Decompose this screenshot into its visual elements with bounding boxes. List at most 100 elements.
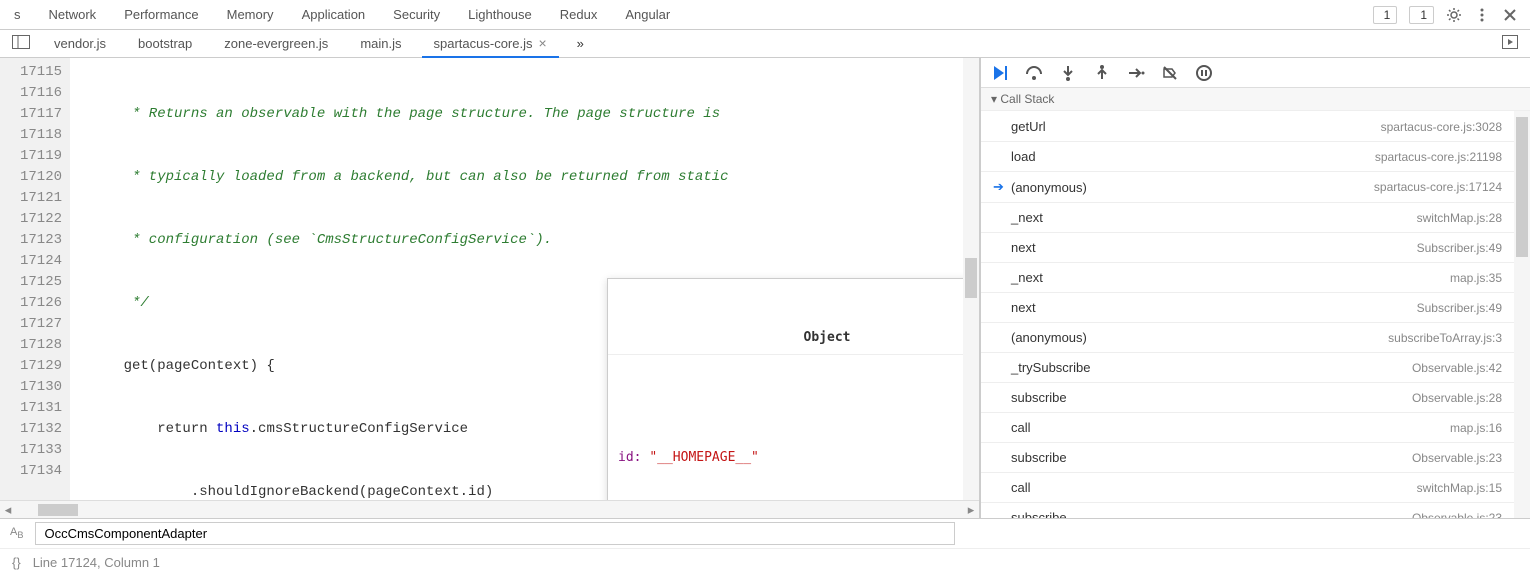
search-mode-icon[interactable]: AB	[10, 526, 23, 540]
frame-location: Observable.js:28	[1412, 391, 1502, 405]
file-tab-bootstrap[interactable]: bootstrap	[126, 31, 204, 56]
frame-location: switchMap.js:28	[1417, 211, 1502, 225]
frame-location: spartacus-core.js:3028	[1381, 120, 1502, 134]
warnings-badge[interactable]: 1	[1373, 6, 1398, 24]
file-tab-label: spartacus-core.js	[434, 36, 533, 51]
frame-function: subscribe	[1011, 510, 1412, 518]
search-bar: AB	[0, 518, 1530, 548]
messages-count: 1	[1420, 8, 1427, 22]
frame-function: _next	[1011, 210, 1417, 225]
cursor-position: Line 17124, Column 1	[33, 555, 160, 570]
frame-function: next	[1011, 300, 1417, 315]
frame-function: subscribe	[1011, 390, 1412, 405]
status-bar: {} Line 17124, Column 1	[0, 548, 1530, 576]
code-content[interactable]: * Returns an observable with the page st…	[70, 58, 963, 500]
callstack-frame[interactable]: callswitchMap.js:15	[981, 473, 1514, 503]
run-snippet-icon[interactable]	[1498, 31, 1522, 56]
current-frame-icon: ➔	[993, 179, 1011, 195]
panel-tab-memory[interactable]: Memory	[213, 1, 288, 28]
frame-location: Subscriber.js:49	[1417, 301, 1502, 315]
callstack-frame[interactable]: _trySubscribeObservable.js:42	[981, 353, 1514, 383]
panel-tab-lighthouse[interactable]: Lighthouse	[454, 1, 546, 28]
step-over-icon[interactable]	[1025, 64, 1043, 82]
frame-function: (anonymous)	[1011, 180, 1374, 195]
frame-function: subscribe	[1011, 450, 1412, 465]
file-tab-main[interactable]: main.js	[348, 31, 413, 56]
frame-location: spartacus-core.js:21198	[1375, 150, 1502, 164]
resume-icon[interactable]	[991, 64, 1009, 82]
panel-tab-network[interactable]: Network	[35, 1, 111, 28]
search-input[interactable]	[35, 522, 955, 545]
devtools-top-tabs: s Network Performance Memory Application…	[0, 0, 1530, 30]
frame-location: Subscriber.js:49	[1417, 241, 1502, 255]
step-into-icon[interactable]	[1059, 64, 1077, 82]
file-tab-vendor[interactable]: vendor.js	[42, 31, 118, 56]
frame-location: map.js:35	[1450, 271, 1502, 285]
kebab-icon[interactable]	[1474, 7, 1490, 23]
warnings-count: 1	[1384, 8, 1391, 22]
callstack-list: getUrlspartacus-core.js:3028loadspartacu…	[981, 111, 1514, 518]
frame-function: _next	[1011, 270, 1450, 285]
callstack-frame[interactable]: subscribeObservable.js:23	[981, 443, 1514, 473]
messages-badge[interactable]: 1	[1409, 6, 1434, 24]
callstack-frame[interactable]: _nextswitchMap.js:28	[981, 203, 1514, 233]
frame-function: call	[1011, 420, 1450, 435]
value-tooltip[interactable]: Object id: "__HOMEPAGE__" type: "Content…	[607, 278, 963, 500]
pause-exceptions-icon[interactable]	[1195, 64, 1213, 82]
panel-tab-security[interactable]: Security	[379, 1, 454, 28]
panel-tab-angular[interactable]: Angular	[611, 1, 684, 28]
callstack-frame[interactable]: loadspartacus-core.js:21198	[981, 142, 1514, 172]
frame-function: (anonymous)	[1011, 330, 1388, 345]
debugger-toolbar	[981, 58, 1530, 88]
frame-function: load	[1011, 149, 1375, 164]
editor-vertical-scrollbar[interactable]	[963, 58, 979, 500]
close-tab-icon[interactable]: ×	[538, 35, 546, 51]
callstack-frame[interactable]: _nextmap.js:35	[981, 263, 1514, 293]
more-tabs-icon[interactable]: »	[567, 31, 594, 56]
gear-icon[interactable]	[1446, 7, 1462, 23]
frame-function: getUrl	[1011, 119, 1381, 134]
frame-function: next	[1011, 240, 1417, 255]
deactivate-breakpoints-icon[interactable]	[1161, 64, 1179, 82]
tooltip-val-id: "__HOMEPAGE__"	[649, 450, 759, 465]
toggle-navigator-icon[interactable]	[8, 31, 34, 56]
step-out-icon[interactable]	[1093, 64, 1111, 82]
tooltip-key-id: id:	[618, 450, 649, 465]
file-tab-spartacus-core[interactable]: spartacus-core.js ×	[422, 30, 559, 58]
step-icon[interactable]	[1127, 64, 1145, 82]
callstack-frame[interactable]: callmap.js:16	[981, 413, 1514, 443]
callstack-frame[interactable]: (anonymous)subscribeToArray.js:3	[981, 323, 1514, 353]
braces-icon[interactable]: {}	[12, 555, 21, 570]
editor-horizontal-scrollbar[interactable]: ◂ ▸	[0, 500, 979, 518]
scroll-left-icon[interactable]: ◂	[0, 502, 16, 518]
source-editor: 1711517116171171711817119171201712117122…	[0, 58, 980, 518]
frame-location: switchMap.js:15	[1417, 481, 1502, 495]
debugger-sidebar: ▾ Call Stack getUrlspartacus-core.js:302…	[980, 58, 1530, 518]
callstack-frame[interactable]: nextSubscriber.js:49	[981, 293, 1514, 323]
file-tab-zone-evergreen[interactable]: zone-evergreen.js	[212, 31, 340, 56]
scroll-right-icon[interactable]: ▸	[963, 502, 979, 518]
callstack-header[interactable]: ▾ Call Stack	[981, 88, 1530, 111]
frame-location: Observable.js:23	[1412, 511, 1502, 519]
frame-function: call	[1011, 480, 1417, 495]
panel-tab-application[interactable]: Application	[288, 1, 380, 28]
sidebar-vertical-scrollbar[interactable]	[1514, 111, 1530, 518]
tooltip-header: Object	[608, 321, 963, 355]
callstack-frame[interactable]: subscribeObservable.js:23	[981, 503, 1514, 518]
callstack-frame[interactable]: ➔(anonymous)spartacus-core.js:17124	[981, 172, 1514, 203]
file-tabs-bar: vendor.js bootstrap zone-evergreen.js ma…	[0, 30, 1530, 58]
frame-function: _trySubscribe	[1011, 360, 1412, 375]
frame-location: map.js:16	[1450, 421, 1502, 435]
callstack-frame[interactable]: nextSubscriber.js:49	[981, 233, 1514, 263]
close-icon[interactable]	[1502, 7, 1518, 23]
frame-location: spartacus-core.js:17124	[1374, 180, 1502, 194]
panel-tab-redux[interactable]: Redux	[546, 1, 612, 28]
panel-tab-performance[interactable]: Performance	[110, 1, 212, 28]
line-number-gutter: 1711517116171171711817119171201712117122…	[0, 58, 70, 500]
callstack-frame[interactable]: getUrlspartacus-core.js:3028	[981, 112, 1514, 142]
frame-location: Observable.js:23	[1412, 451, 1502, 465]
callstack-frame[interactable]: subscribeObservable.js:28	[981, 383, 1514, 413]
panel-tab-partial[interactable]: s	[0, 1, 35, 28]
frame-location: subscribeToArray.js:3	[1388, 331, 1502, 345]
frame-location: Observable.js:42	[1412, 361, 1502, 375]
